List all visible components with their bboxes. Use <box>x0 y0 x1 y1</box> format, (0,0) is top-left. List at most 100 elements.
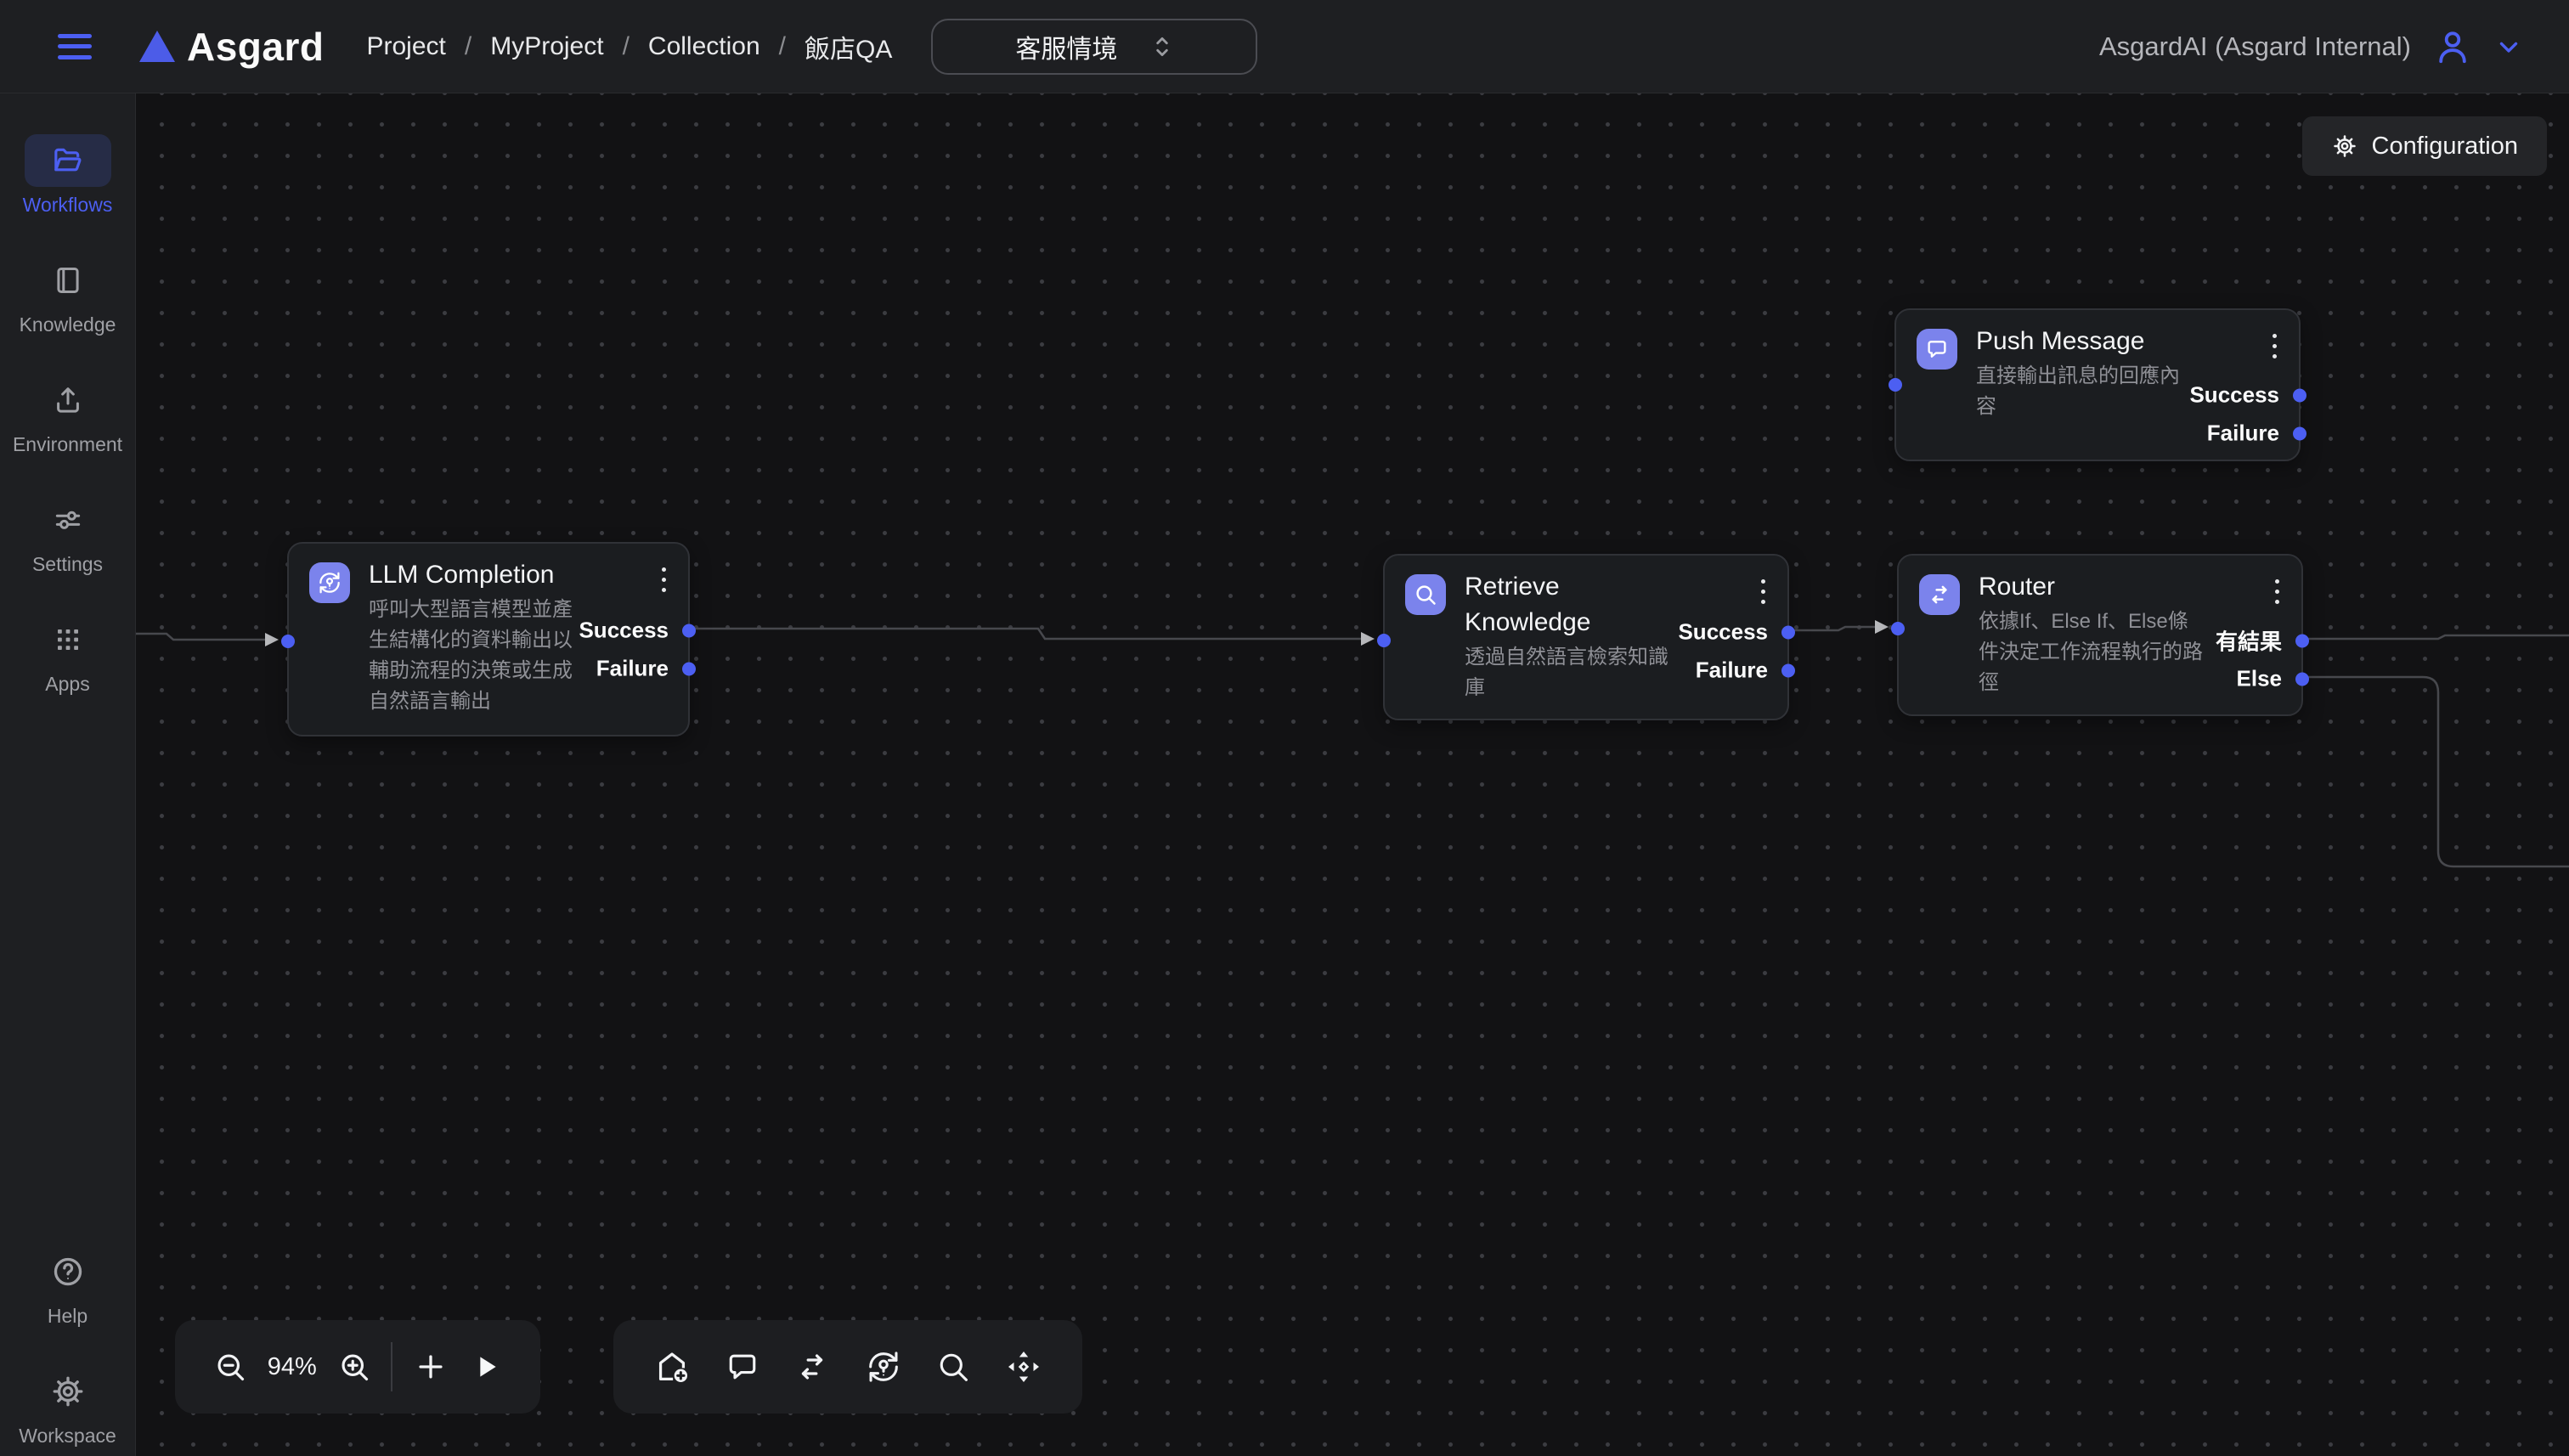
output-port-result[interactable] <box>2295 634 2309 647</box>
output-row-failure: Failure <box>1696 657 1795 684</box>
user-icon[interactable] <box>2433 27 2472 66</box>
breadcrumb: Project / MyProject / Collection / 飯店QA <box>366 28 892 65</box>
output-label: Failure <box>596 656 669 682</box>
node-push-message[interactable]: Push Message 直接輸出訊息的回應內容 Success Failure <box>1894 308 2301 461</box>
edge-arrowhead <box>1875 620 1889 634</box>
node-description: 直接輸出訊息的回應內容 <box>1976 361 2187 422</box>
node-body: LLM Completion 呼叫大型語言模型並產生結構化的資料輸出以輔助流程的… <box>369 557 579 717</box>
output-port-failure[interactable] <box>2293 426 2306 440</box>
configuration-button[interactable]: Configuration <box>2302 116 2548 176</box>
node-menu-button[interactable] <box>658 564 669 595</box>
edge-arrowhead <box>265 633 279 646</box>
sidebar-item-label: Settings <box>32 553 103 576</box>
node-llm-completion[interactable]: LLM Completion 呼叫大型語言模型並產生結構化的資料輸出以輔助流程的… <box>287 542 690 736</box>
input-port[interactable] <box>1377 634 1391 647</box>
edge-arrowhead <box>1361 632 1375 646</box>
sidebar-item-label: Environment <box>13 433 122 456</box>
zoom-level[interactable]: 94% <box>268 1353 317 1381</box>
swap-arrows-icon[interactable] <box>793 1347 832 1386</box>
breadcrumb-separator: / <box>779 32 786 61</box>
select-updown-icon <box>1151 33 1173 60</box>
node-title: Retrieve Knowledge <box>1465 569 1675 641</box>
add-node-home-icon[interactable] <box>652 1347 692 1386</box>
output-port-success[interactable] <box>2293 388 2306 402</box>
search-icon <box>1405 574 1446 615</box>
input-port[interactable] <box>1891 622 1905 635</box>
menu-icon[interactable] <box>58 34 92 59</box>
output-port-failure[interactable] <box>1781 663 1795 677</box>
sidebar-item-help[interactable]: Help <box>0 1245 136 1328</box>
output-port-success[interactable] <box>1781 625 1795 639</box>
output-port-failure[interactable] <box>682 662 696 675</box>
workflow-canvas[interactable]: Configuration LLM Completion 呼叫大型語言模型並產生… <box>136 93 2569 1456</box>
edge-router-result-out <box>2303 635 2569 639</box>
breadcrumb-workflow[interactable]: 飯店QA <box>805 28 892 65</box>
sidebar-item-environment[interactable]: Environment <box>0 374 136 456</box>
search-icon[interactable] <box>934 1348 972 1385</box>
sidebar-item-settings[interactable]: Settings <box>0 494 136 576</box>
breadcrumb-collection[interactable]: Collection <box>648 32 760 61</box>
output-row-else: Else <box>2237 666 2310 692</box>
breadcrumb-project[interactable]: Project <box>366 32 445 61</box>
apps-grid-icon <box>25 613 111 666</box>
input-port[interactable] <box>1889 378 1902 392</box>
add-icon[interactable] <box>412 1348 449 1385</box>
output-row-failure: Failure <box>596 656 696 682</box>
output-label: Success <box>2189 382 2279 409</box>
sidebar-item-knowledge[interactable]: Knowledge <box>0 254 136 336</box>
edges-layer <box>136 93 2569 1456</box>
configuration-label: Configuration <box>2372 133 2519 161</box>
node-description: 依據If、Else If、Else條件決定工作流程執行的路徑 <box>1979 607 2208 698</box>
node-description: 呼叫大型語言模型並產生結構化的資料輸出以輔助流程的決策或生成自然語言輸出 <box>369 595 579 717</box>
zoom-toolbar: 94% <box>175 1320 540 1414</box>
output-label: Failure <box>2207 420 2279 447</box>
llm-sync-bulb-icon[interactable] <box>864 1347 903 1386</box>
output-label: Success <box>1678 619 1768 646</box>
sidebar: Workflows Knowledge Environment Settings… <box>0 93 136 1456</box>
sidebar-item-apps[interactable]: Apps <box>0 613 136 696</box>
edge-retrieve-to-router <box>1789 627 1875 630</box>
chat-bubble-icon <box>1917 329 1957 370</box>
sidebar-item-label: Help <box>48 1305 88 1328</box>
output-port-success[interactable] <box>682 624 696 637</box>
help-icon <box>25 1245 111 1298</box>
sidebar-item-label: Apps <box>45 673 89 696</box>
output-row-failure: Failure <box>2207 420 2306 447</box>
node-menu-button[interactable] <box>2272 576 2283 607</box>
topbar-user-area: AsgardAI (Asgard Internal) <box>2099 27 2523 66</box>
sidebar-item-workflows[interactable]: Workflows <box>0 134 136 217</box>
scenario-select-value: 客服情境 <box>1015 28 1117 65</box>
node-menu-button[interactable] <box>1758 576 1769 607</box>
node-title: Router <box>1979 569 2208 605</box>
move-diamonds-icon[interactable] <box>1004 1347 1043 1386</box>
breadcrumb-myproject[interactable]: MyProject <box>490 32 603 61</box>
output-row-success: Success <box>1678 619 1795 646</box>
chevron-down-icon[interactable] <box>2494 32 2523 61</box>
sidebar-item-label: Knowledge <box>20 313 116 336</box>
zoom-out-icon[interactable] <box>212 1349 248 1385</box>
chat-bubble-icon[interactable] <box>724 1348 761 1385</box>
output-row-result: 有結果 <box>2216 625 2309 657</box>
swap-arrows-icon <box>1919 574 1960 615</box>
node-body: Push Message 直接輸出訊息的回應內容 <box>1976 324 2187 422</box>
run-play-icon[interactable] <box>469 1350 503 1384</box>
input-port[interactable] <box>281 635 295 648</box>
sidebar-item-workspace[interactable]: Workspace <box>0 1365 136 1448</box>
sidebar-item-label: Workflows <box>23 194 113 217</box>
node-retrieve-knowledge[interactable]: Retrieve Knowledge 透過自然語言檢索知識庫 Success F… <box>1383 554 1789 720</box>
workflow-editor-app: Asgard Project / MyProject / Collection … <box>0 0 2569 1456</box>
node-title: Push Message <box>1976 324 2187 359</box>
edge-llm-to-retrieve <box>690 629 1361 639</box>
scenario-select[interactable]: 客服情境 <box>931 19 1257 75</box>
node-menu-button[interactable] <box>2269 330 2280 362</box>
node-router[interactable]: Router 依據If、Else If、Else條件決定工作流程執行的路徑 有結… <box>1897 554 2303 716</box>
folder-icon <box>25 134 111 187</box>
zoom-in-icon[interactable] <box>336 1349 372 1385</box>
toolbar-divider <box>391 1342 392 1391</box>
gear-icon <box>2331 133 2358 160</box>
edge-router-else-out <box>2303 677 2569 866</box>
output-port-else[interactable] <box>2295 672 2309 686</box>
output-label: Success <box>579 618 669 644</box>
llm-sync-bulb-icon <box>309 562 350 603</box>
breadcrumb-separator: / <box>623 32 630 61</box>
